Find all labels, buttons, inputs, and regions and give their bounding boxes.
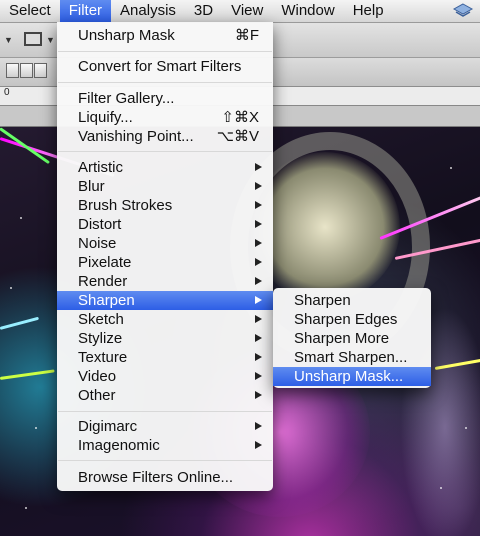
submenu-item-unsharp-mask[interactable]: Unsharp Mask... bbox=[273, 367, 431, 386]
submenu-arrow-icon bbox=[255, 163, 262, 171]
submenu-item-sharpen[interactable]: Sharpen bbox=[273, 291, 431, 310]
menu-item-distort[interactable]: Distort bbox=[57, 215, 273, 234]
menu-item-label: Browse Filters Online... bbox=[78, 469, 234, 486]
menu-bar: Select Filter Analysis 3D View Window He… bbox=[0, 0, 480, 23]
menu-separator bbox=[58, 82, 272, 83]
submenu-arrow-icon bbox=[255, 258, 262, 266]
menu-item-label: Blur bbox=[78, 178, 105, 195]
menu-item-label: Sharpen bbox=[78, 292, 135, 309]
menu-item-noise[interactable]: Noise bbox=[57, 234, 273, 253]
submenu-arrow-icon bbox=[255, 422, 262, 430]
menu-item-brush-strokes[interactable]: Brush Strokes bbox=[57, 196, 273, 215]
menu-item-label: Sharpen bbox=[294, 292, 351, 309]
menu-item-sharpen[interactable]: Sharpen bbox=[57, 291, 273, 310]
laser-beam bbox=[0, 369, 55, 380]
menu-select[interactable]: Select bbox=[0, 0, 60, 22]
menu-item-label: Liquify... bbox=[78, 109, 133, 126]
submenu-arrow-icon bbox=[255, 201, 262, 209]
menu-3d[interactable]: 3D bbox=[185, 0, 222, 22]
shortcut-label: ⇧⌘X bbox=[221, 109, 259, 126]
submenu-item-sharpen-more[interactable]: Sharpen More bbox=[273, 329, 431, 348]
menu-separator bbox=[58, 460, 272, 461]
menu-filter[interactable]: Filter bbox=[59, 0, 112, 22]
menu-item-browse-filters-online[interactable]: Browse Filters Online... bbox=[57, 468, 273, 487]
menu-item-stylize[interactable]: Stylize bbox=[57, 329, 273, 348]
menu-item-label: Other bbox=[78, 387, 116, 404]
submenu-arrow-icon bbox=[255, 315, 262, 323]
menu-item-label: Render bbox=[78, 273, 128, 290]
menu-item-label: Convert for Smart Filters bbox=[78, 58, 242, 75]
menu-item-label: Video bbox=[78, 368, 117, 385]
menu-item-liquify[interactable]: Liquify... ⇧⌘X bbox=[57, 108, 273, 127]
submenu-arrow-icon bbox=[255, 441, 262, 449]
menu-item-pixelate[interactable]: Pixelate bbox=[57, 253, 273, 272]
menu-item-render[interactable]: Render bbox=[57, 272, 273, 291]
menu-separator bbox=[58, 51, 272, 52]
sync-status-icon[interactable] bbox=[452, 3, 474, 19]
submenu-arrow-icon bbox=[255, 372, 262, 380]
chevron-down-icon[interactable]: ▼ bbox=[4, 35, 13, 45]
shortcut-label: ⌥⌘V bbox=[216, 128, 259, 145]
menu-item-sketch[interactable]: Sketch bbox=[57, 310, 273, 329]
menu-item-label: Brush Strokes bbox=[78, 197, 173, 214]
menu-analysis[interactable]: Analysis bbox=[111, 0, 185, 22]
chevron-down-icon[interactable]: ▼ bbox=[46, 35, 55, 45]
menu-item-label: Imagenomic bbox=[78, 437, 160, 454]
align-right-icon[interactable] bbox=[34, 63, 47, 78]
menu-item-label: Sharpen More bbox=[294, 330, 390, 347]
menu-separator bbox=[58, 411, 272, 412]
submenu-arrow-icon bbox=[255, 239, 262, 247]
laser-beam bbox=[0, 316, 40, 330]
menu-item-label: Distort bbox=[78, 216, 122, 233]
menu-item-vanishing-point[interactable]: Vanishing Point... ⌥⌘V bbox=[57, 127, 273, 146]
menu-item-label: Smart Sharpen... bbox=[294, 349, 408, 366]
align-center-icon[interactable] bbox=[20, 63, 33, 78]
submenu-arrow-icon bbox=[255, 296, 262, 304]
menu-help[interactable]: Help bbox=[344, 0, 393, 22]
menu-item-label: Noise bbox=[78, 235, 117, 252]
menu-item-label: Texture bbox=[78, 349, 128, 366]
menu-item-convert-smart-filters[interactable]: Convert for Smart Filters bbox=[57, 57, 273, 76]
submenu-arrow-icon bbox=[255, 277, 262, 285]
sharpen-submenu: Sharpen Sharpen Edges Sharpen More Smart… bbox=[273, 288, 431, 388]
ruler-label: 0 bbox=[4, 87, 10, 98]
menu-item-label: Pixelate bbox=[78, 254, 132, 271]
submenu-arrow-icon bbox=[255, 334, 262, 342]
menu-item-texture[interactable]: Texture bbox=[57, 348, 273, 367]
align-left-icon[interactable] bbox=[6, 63, 19, 78]
menu-view[interactable]: View bbox=[222, 0, 272, 22]
menu-item-label: Filter Gallery... bbox=[78, 90, 175, 107]
menu-item-artistic[interactable]: Artistic bbox=[57, 158, 273, 177]
laser-beam bbox=[0, 127, 51, 165]
menu-window[interactable]: Window bbox=[272, 0, 343, 22]
menu-item-label: Vanishing Point... bbox=[78, 128, 194, 145]
menu-item-label: Stylize bbox=[78, 330, 123, 347]
shortcut-label: ⌘F bbox=[234, 27, 259, 44]
menu-item-filter-gallery[interactable]: Filter Gallery... bbox=[57, 89, 273, 108]
submenu-arrow-icon bbox=[255, 220, 262, 228]
menu-item-label: Unsharp Mask... bbox=[294, 368, 404, 385]
submenu-item-smart-sharpen[interactable]: Smart Sharpen... bbox=[273, 348, 431, 367]
screen-mode-icon[interactable] bbox=[24, 32, 42, 46]
menu-item-label: Unsharp Mask bbox=[78, 27, 175, 44]
submenu-arrow-icon bbox=[255, 182, 262, 190]
menu-item-blur[interactable]: Blur bbox=[57, 177, 273, 196]
menu-item-other[interactable]: Other bbox=[57, 386, 273, 405]
menu-separator bbox=[58, 151, 272, 152]
menu-item-digimarc[interactable]: Digimarc bbox=[57, 417, 273, 436]
submenu-item-sharpen-edges[interactable]: Sharpen Edges bbox=[273, 310, 431, 329]
filter-menu: Unsharp Mask ⌘F Convert for Smart Filter… bbox=[57, 22, 273, 491]
menu-item-label: Sharpen Edges bbox=[294, 311, 398, 328]
menu-item-label: Digimarc bbox=[78, 418, 138, 435]
submenu-arrow-icon bbox=[255, 353, 262, 361]
menu-item-last-filter[interactable]: Unsharp Mask ⌘F bbox=[57, 26, 273, 45]
menu-item-video[interactable]: Video bbox=[57, 367, 273, 386]
menu-item-label: Artistic bbox=[78, 159, 123, 176]
menu-item-imagenomic[interactable]: Imagenomic bbox=[57, 436, 273, 455]
submenu-arrow-icon bbox=[255, 391, 262, 399]
menu-item-label: Sketch bbox=[78, 311, 124, 328]
